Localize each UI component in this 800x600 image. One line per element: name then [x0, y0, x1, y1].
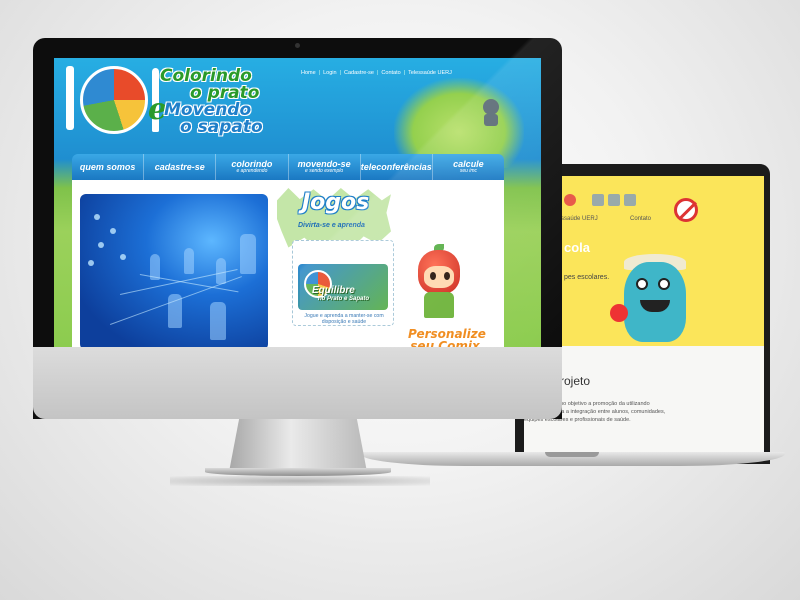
kid-silhouette-icon — [483, 99, 499, 126]
imac-foot — [205, 468, 391, 476]
nav-label: teleconferências — [360, 162, 432, 172]
nav-colorindo[interactable]: colorindo e aprendendo — [216, 154, 289, 180]
fork-icon — [66, 66, 74, 130]
nav-movendo-se[interactable]: movendo-se e sendo exemplo — [289, 154, 361, 180]
imac-shadow — [170, 476, 430, 486]
nav-sublabel: e aprendendo — [236, 168, 268, 174]
nav-label: movendo-se — [297, 159, 351, 169]
camera-icon — [295, 43, 300, 48]
nav-quem-somos[interactable]: quem somos — [72, 154, 145, 180]
laptop-hero-subtitle: pes escolares. — [564, 274, 610, 281]
top-nav-telessaude[interactable]: Telessaúde UERJ — [408, 70, 452, 76]
laptop-hero-title: cola — [564, 240, 591, 255]
game-title-line-2: no Prato e Sapato — [318, 296, 370, 302]
top-nav-cadastre[interactable]: Cadastre-se — [344, 70, 374, 76]
nav-label: quem somos — [79, 162, 136, 172]
social-icon[interactable] — [608, 194, 620, 206]
nav-label: cadastre-se — [154, 162, 205, 172]
jogos-title: Jogos — [302, 190, 370, 215]
imac-chin — [33, 347, 562, 419]
fruit-icon — [564, 194, 576, 206]
laptop-nav-contato[interactable]: Contato — [630, 216, 651, 222]
eye-icon — [444, 272, 450, 280]
nav-teleconferencias[interactable]: teleconferências — [361, 154, 433, 180]
imac-stand — [229, 414, 367, 472]
monster-mascot — [624, 262, 686, 342]
logo-line-4: o sapato — [180, 117, 263, 137]
game-description: Jogue e aprenda a manter-se com disposiç… — [304, 313, 384, 325]
no-mosquito-icon — [674, 198, 698, 222]
apple-icon — [610, 304, 628, 322]
top-nav-login[interactable]: Login — [323, 70, 336, 76]
nav-sublabel: e sendo exemplo — [305, 168, 344, 174]
game-title: Equilibre no Prato e Sapato — [312, 286, 369, 304]
hero-banner[interactable] — [80, 194, 268, 347]
top-nav-home[interactable]: Home — [301, 70, 316, 76]
jogos-subtitle: Divirta-se e aprenda — [298, 222, 365, 229]
top-nav: Home | Login | Cadastre-se | Contato | T… — [301, 70, 452, 76]
social-icon[interactable] — [592, 194, 604, 206]
main-nav: quem somos cadastre-se colorindo e apren… — [72, 154, 504, 180]
top-nav-contato[interactable]: Contato — [381, 70, 400, 76]
comix-link[interactable]: Personalize seu Comix — [408, 328, 486, 347]
nav-sublabel: seu imc — [459, 168, 478, 174]
character-body — [424, 292, 454, 318]
imac-screen: e Colorindo o prato Movendo o sapato Hom… — [54, 58, 541, 347]
site-logo[interactable]: Colorindo o prato Movendo o sapato — [160, 68, 290, 136]
nav-calcule-imc[interactable]: calcule seu imc — [433, 154, 504, 180]
logo-plate-icon — [80, 66, 148, 134]
social-icon[interactable] — [624, 194, 636, 206]
content-area: Jogos Divirta-se e aprenda Equilibre no … — [72, 180, 504, 347]
nav-label: calcule — [453, 159, 484, 169]
nav-cadastre-se[interactable]: cadastre-se — [144, 154, 217, 180]
nav-label: colorindo — [231, 159, 273, 169]
laptop-notch — [545, 452, 599, 457]
eye-icon — [430, 272, 436, 280]
comix-line-2: seu Comix — [410, 339, 480, 347]
